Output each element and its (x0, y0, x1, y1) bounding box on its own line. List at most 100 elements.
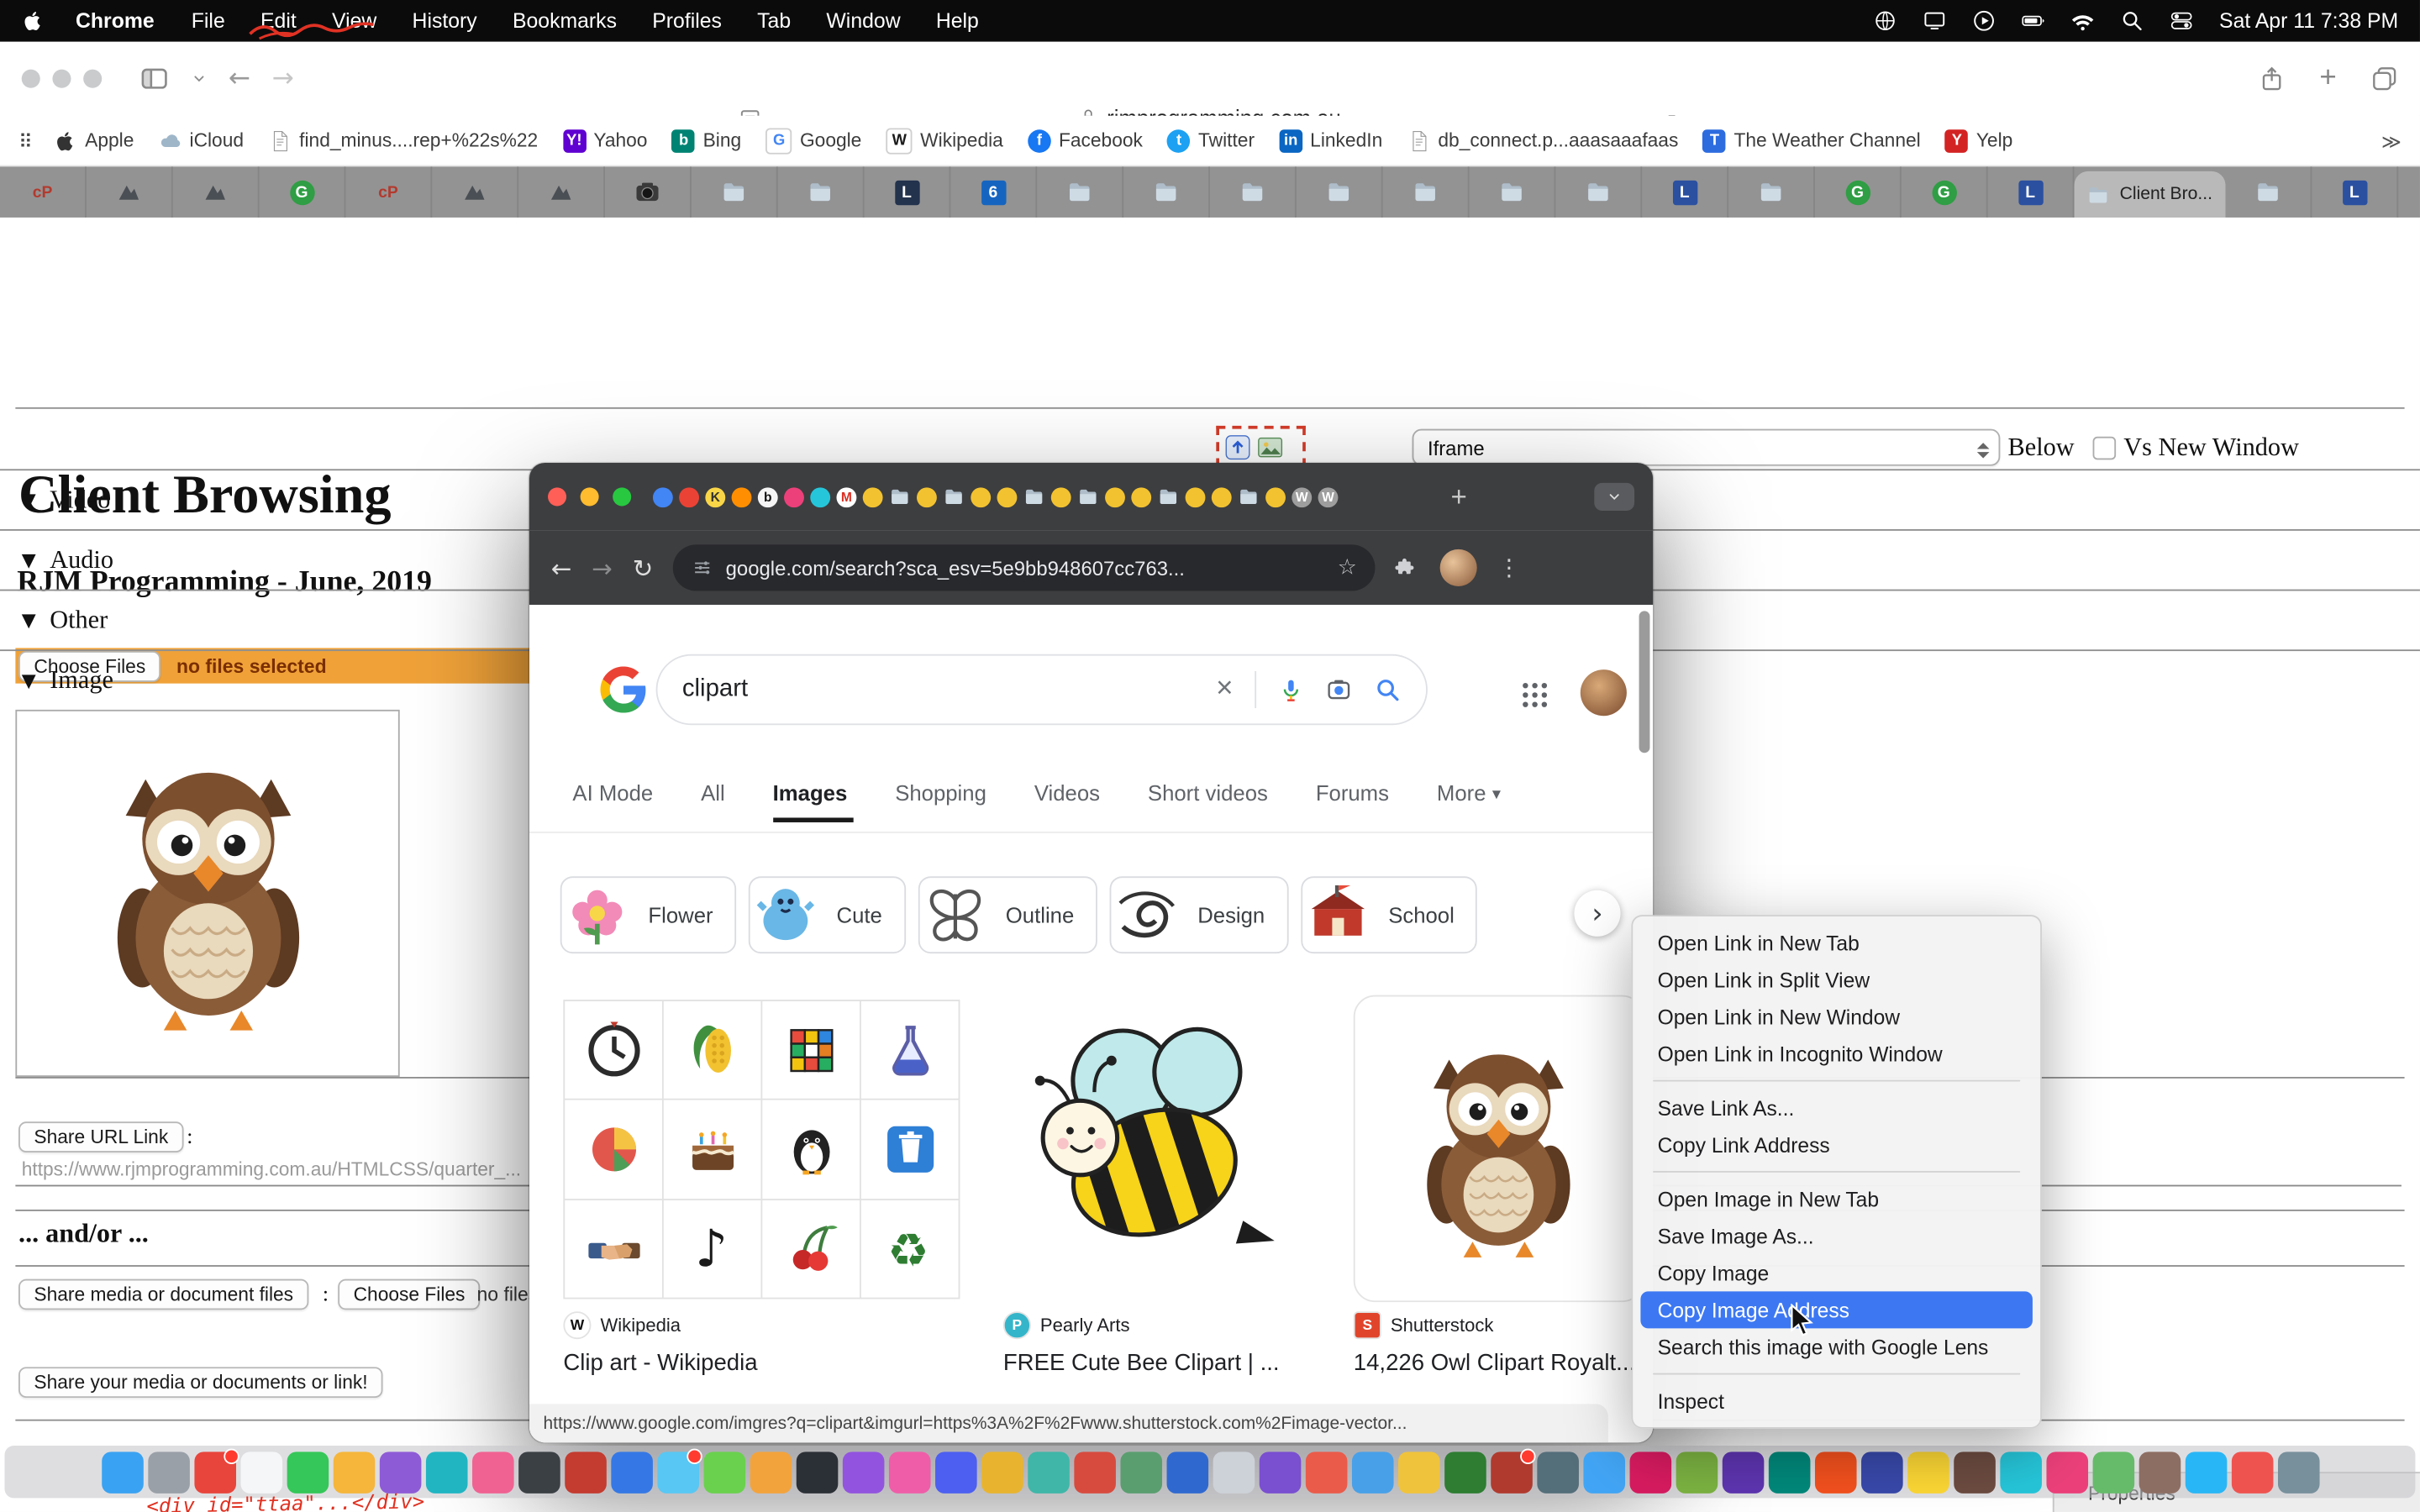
result-title[interactable]: 14,226 Owl Clipart Royalt... (1354, 1350, 1653, 1376)
status-icon[interactable] (1923, 9, 1946, 33)
popup-tab[interactable] (1212, 486, 1232, 507)
dock-app-icon[interactable] (610, 1451, 652, 1493)
popup-scrollbar[interactable] (1639, 611, 1650, 753)
voice-search-icon[interactable] (1278, 676, 1304, 702)
image-result-bee[interactable] (1003, 1000, 1306, 1296)
dock-app-icon[interactable] (471, 1451, 513, 1493)
choose-files-button-2[interactable]: Choose Files (338, 1279, 481, 1310)
browser-tab[interactable] (1037, 166, 1123, 218)
reload-button[interactable]: ↻ (633, 553, 654, 582)
context-menu-item[interactable]: Open Link in New Window (1640, 998, 2033, 1035)
popup-tab[interactable] (971, 486, 991, 507)
dock-app-icon[interactable] (425, 1451, 467, 1493)
browser-tab[interactable] (1555, 166, 1642, 218)
dock-app-icon[interactable] (1073, 1451, 1115, 1493)
google-search-box[interactable]: clipart × (656, 654, 1428, 725)
dock-app-icon[interactable] (2139, 1451, 2181, 1493)
image-result-owl[interactable] (1354, 995, 1644, 1303)
back-button[interactable]: ← (229, 63, 250, 94)
dock-app-icon[interactable] (287, 1451, 329, 1493)
result-type-tab[interactable]: All (701, 780, 731, 822)
dock-app-icon[interactable] (1397, 1451, 1439, 1493)
dock-app-icon[interactable] (379, 1451, 421, 1493)
popup-tab[interactable] (810, 486, 830, 507)
result-meta[interactable]: W Wikipedia Clip art - Wikipedia (563, 1311, 965, 1376)
context-menu-item[interactable]: Copy Image (1640, 1254, 2033, 1291)
close-button[interactable] (548, 487, 566, 506)
dock-app-icon[interactable] (1722, 1451, 1764, 1493)
clipart-thumbnail[interactable] (565, 1200, 662, 1297)
image-icon[interactable] (1256, 433, 1284, 460)
bookmark-item[interactable]: db_connect.p...aaasaaafaas (1407, 128, 1679, 154)
popup-tab[interactable] (943, 486, 965, 508)
clipart-thumbnail[interactable] (664, 1001, 761, 1099)
popup-tab[interactable]: W (1292, 486, 1312, 507)
popup-tab[interactable] (653, 486, 673, 507)
clipart-thumbnail[interactable] (565, 1001, 662, 1099)
browser-tab[interactable] (605, 166, 692, 218)
result-meta[interactable]: P Pearly Arts FREE Cute Bee Clipart | ..… (1003, 1311, 1405, 1376)
popup-tab[interactable] (917, 486, 937, 507)
browser-tab[interactable]: 6 (950, 166, 1037, 218)
bookmark-item[interactable]: t Twitter (1167, 128, 1255, 154)
popup-tab[interactable]: K (705, 486, 725, 507)
google-lens-icon[interactable] (1326, 676, 1352, 702)
dock-app-icon[interactable] (1768, 1451, 1810, 1493)
popup-tab[interactable] (997, 486, 1018, 507)
browser-tab[interactable]: G (1902, 166, 1988, 218)
browser-tab[interactable] (2226, 166, 2312, 218)
search-icon[interactable] (1374, 675, 1402, 703)
dock-app-icon[interactable] (1860, 1451, 1902, 1493)
dock-app-icon[interactable] (1490, 1451, 1532, 1493)
dock-app-icon[interactable] (1536, 1451, 1578, 1493)
bookmark-item[interactable]: in LinkedIn (1279, 128, 1382, 154)
clear-search-icon[interactable]: × (1216, 673, 1233, 706)
popup-tab[interactable] (1131, 486, 1151, 507)
browser-tab[interactable]: cP (345, 166, 432, 218)
dock-app-icon[interactable] (842, 1451, 884, 1493)
popup-tab[interactable] (1238, 486, 1260, 508)
popup-tab[interactable] (1051, 486, 1071, 507)
browser-tab[interactable] (1470, 166, 1556, 218)
clipart-thumbnail[interactable] (861, 1100, 959, 1198)
popup-tab[interactable] (863, 486, 883, 507)
context-menu-item[interactable]: Save Image As... (1640, 1217, 2033, 1254)
browser-tab[interactable] (692, 166, 778, 218)
chevron-down-icon[interactable] (192, 71, 207, 86)
bookmarks-grid-icon[interactable]: ⠿ (18, 129, 33, 152)
browser-tab[interactable] (1297, 166, 1383, 218)
dock-app-icon[interactable] (750, 1451, 792, 1493)
dock-app-icon[interactable] (1120, 1451, 1162, 1493)
dock-app-icon[interactable] (934, 1451, 976, 1493)
browser-tab[interactable]: G (1815, 166, 1902, 218)
dock-app-icon[interactable] (333, 1451, 375, 1493)
menu-item[interactable]: File (192, 9, 225, 33)
dock-app-icon[interactable] (1166, 1451, 1208, 1493)
dock-app-icon[interactable] (981, 1451, 1023, 1493)
dock-app-icon[interactable] (888, 1451, 930, 1493)
dock-app-icon[interactable] (147, 1451, 189, 1493)
popup-tab[interactable] (1186, 486, 1206, 507)
close-button[interactable] (22, 70, 40, 88)
back-button[interactable]: ← (551, 553, 572, 582)
context-menu-item[interactable]: Search this image with Google Lens (1640, 1328, 2033, 1365)
popup-tab[interactable] (1023, 486, 1045, 508)
status-icon[interactable] (1972, 9, 1996, 33)
context-menu-item[interactable]: Open Link in Split View (1640, 961, 2033, 998)
share-submit-button[interactable]: Share your media or documents or link! (18, 1367, 383, 1398)
browser-tab[interactable] (1210, 166, 1297, 218)
dock-app-icon[interactable] (1999, 1451, 2041, 1493)
browser-tab[interactable]: cP (0, 166, 87, 218)
bookmark-star-icon[interactable]: ☆ (1338, 555, 1357, 580)
dock-app-icon[interactable] (1259, 1451, 1301, 1493)
context-menu-item[interactable]: Inspect (1640, 1383, 2033, 1420)
status-icon[interactable] (2120, 9, 2144, 33)
clipart-thumbnail[interactable] (664, 1200, 761, 1297)
status-icon[interactable] (2071, 9, 2095, 33)
related-search-chip[interactable]: Design (1110, 876, 1288, 953)
dock-app-icon[interactable] (1907, 1451, 1949, 1493)
result-title[interactable]: FREE Cute Bee Clipart | ... (1003, 1350, 1405, 1376)
address-bar[interactable]: google.com/search?sca_esv=5e9bb948607cc7… (673, 544, 1376, 591)
context-menu-item[interactable]: Open Link in Incognito Window (1640, 1035, 2033, 1072)
browser-tab[interactable]: L (865, 166, 951, 218)
